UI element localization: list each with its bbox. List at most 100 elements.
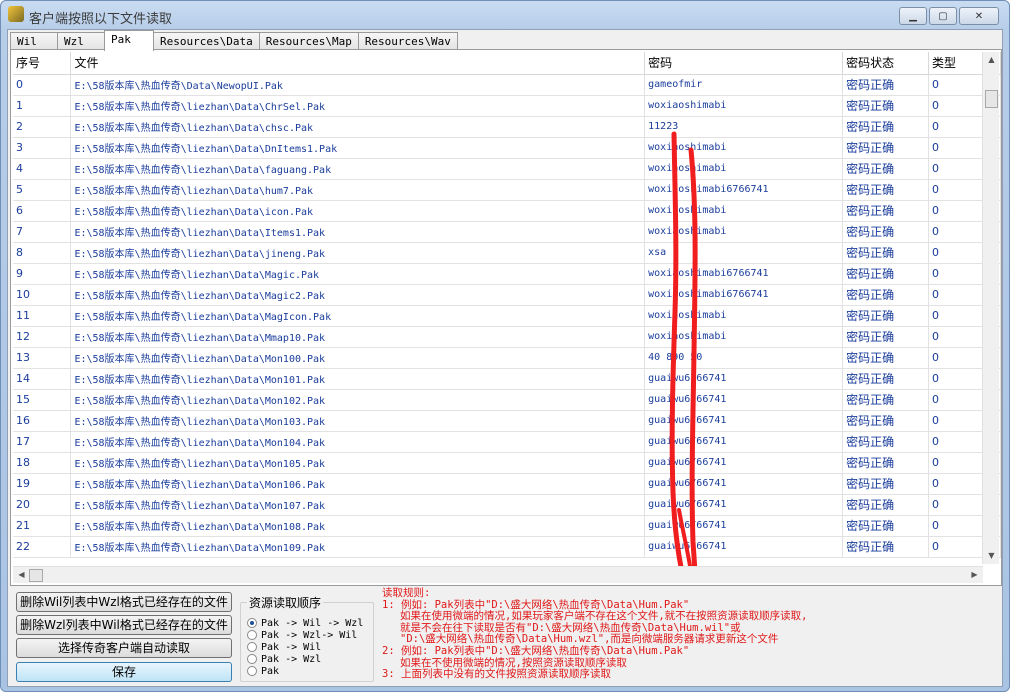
row-index: 14 — [13, 368, 72, 390]
radio-button-icon[interactable] — [247, 630, 257, 640]
password-status: 密码正确 — [842, 452, 930, 474]
column-header[interactable]: 密码 — [644, 52, 844, 75]
table-row[interactable]: 0 E:\58版本库\热血传奇\Data\NewopUI.Pak gameofmir… — [13, 74, 1001, 96]
table-row[interactable]: 14 E:\58版本库\热血传奇\liezhan\Data\Mon101.Pak g… — [13, 368, 1001, 390]
tab-wzl[interactable]: Wzl — [57, 32, 105, 50]
horizontal-scrollbar[interactable]: ◀ ▶ — [13, 566, 983, 583]
file-path: E:\58版本库\热血传奇\liezhan\Data\Mon109.Pak — [70, 536, 646, 558]
scroll-right-icon[interactable]: ▶ — [966, 567, 983, 583]
table-row[interactable]: 11 E:\58版本库\热血传奇\liezhan\Data\MagIcon.Pak… — [13, 305, 1001, 327]
read-order-option[interactable]: Pak -> Wil — [247, 641, 321, 653]
table-row[interactable]: 9 E:\58版本库\热血传奇\liezhan\Data\Magic.Pak wox… — [13, 263, 1001, 285]
choose-client-button[interactable]: 选择传奇客户端自动读取 — [16, 638, 232, 658]
read-order-option[interactable]: Pak -> Wil -> Wzl — [247, 617, 363, 629]
file-path: E:\58版本库\热血传奇\liezhan\Data\ChrSel.Pak — [70, 95, 646, 117]
row-index: 9 — [13, 263, 72, 285]
table-row[interactable]: 18 E:\58版本库\热血传奇\liezhan\Data\Mon105.Pak g… — [13, 452, 1001, 474]
table-row[interactable]: 2 E:\58版本库\热血传奇\liezhan\Data\chsc.Pak 1122… — [13, 116, 1001, 138]
radio-button-icon[interactable] — [247, 666, 257, 676]
file-path: E:\58版本库\热血传奇\liezhan\Data\Mon106.Pak — [70, 473, 646, 495]
read-order-option[interactable]: Pak — [247, 665, 279, 677]
password-status: 密码正确 — [842, 137, 930, 159]
table-row[interactable]: 19 E:\58版本库\热血传奇\liezhan\Data\Mon106.Pak g… — [13, 473, 1001, 495]
maximize-icon: ▢ — [938, 10, 948, 22]
scroll-up-icon[interactable]: ▲ — [983, 52, 1000, 68]
table-row[interactable]: 22 E:\58版本库\热血传奇\liezhan\Data\Mon109.Pak g… — [13, 536, 1001, 558]
read-rules: 读取规则: 1: 例如: Pak列表中"D:\盛大网络\热血传奇\Data\Hu… — [382, 587, 1002, 688]
column-header[interactable]: 文件 — [70, 52, 646, 75]
table-row[interactable]: 13 E:\58版本库\热血传奇\liezhan\Data\Mon100.Pak 4… — [13, 347, 1001, 369]
vertical-scrollbar[interactable]: ▲ ▼ — [982, 52, 999, 564]
tab-resources-map[interactable]: Resources\Map — [258, 32, 359, 50]
password: woxiaoshimabi6766741 — [644, 284, 844, 306]
column-header[interactable]: 序号 — [13, 52, 72, 75]
row-index: 17 — [13, 431, 72, 453]
tab-resources-data[interactable]: Resources\Data — [153, 32, 260, 50]
table-row[interactable]: 20 E:\58版本库\热血传奇\liezhan\Data\Mon107.Pak g… — [13, 494, 1001, 516]
rules-heading: 读取规则: — [382, 587, 431, 599]
password-status: 密码正确 — [842, 95, 930, 117]
tab-panel-pak: 序号 文件 密码 密码状态 类型 0 E:\58版本库\热血传奇\Data\NewopUI… — [10, 49, 1002, 586]
scroll-down-icon[interactable]: ▼ — [983, 548, 1000, 564]
scroll-left-icon[interactable]: ◀ — [13, 567, 30, 583]
file-path: E:\58版本库\热血传奇\liezhan\Data\Items1.Pak — [70, 221, 646, 243]
password-status: 密码正确 — [842, 536, 930, 558]
tab-resources-wav[interactable]: Resources\Wav — [357, 32, 458, 50]
password-status: 密码正确 — [842, 116, 930, 138]
file-path: E:\58版本库\热血传奇\liezhan\Data\Mmap10.Pak — [70, 326, 646, 348]
table-row[interactable]: 10 E:\58版本库\热血传奇\liezhan\Data\Magic2.Pak w… — [13, 284, 1001, 306]
password: guaiwu6766741 — [644, 515, 844, 537]
password: guaiwu6766741 — [644, 368, 844, 390]
row-index: 20 — [13, 494, 72, 516]
vertical-scroll-thumb[interactable] — [985, 90, 998, 108]
minimize-button[interactable]: ▁ — [899, 7, 927, 25]
file-path: E:\58版本库\热血传奇\liezhan\Data\Mon103.Pak — [70, 410, 646, 432]
table-row[interactable]: 3 E:\58版本库\热血传奇\liezhan\Data\DnItems1.Pak… — [13, 137, 1001, 159]
table-row[interactable]: 1 E:\58版本库\热血传奇\liezhan\Data\ChrSel.Pak wo… — [13, 95, 1001, 117]
read-order-option-label: Pak -> Wil -> Wzl — [261, 617, 364, 629]
table-row[interactable]: 12 E:\58版本库\热血传奇\liezhan\Data\Mmap10.Pak w… — [13, 326, 1001, 348]
read-order-option[interactable]: Pak -> Wzl-> Wil — [247, 629, 357, 641]
tab-pak[interactable]: Pak — [104, 30, 154, 51]
save-button[interactable]: 保存 — [16, 662, 232, 682]
row-index: 22 — [13, 536, 72, 558]
close-button[interactable]: ✕ — [959, 7, 999, 25]
radio-button-icon[interactable] — [247, 642, 257, 652]
table-row[interactable]: 7 E:\58版本库\热血传奇\liezhan\Data\Items1.Pak wo… — [13, 221, 1001, 243]
table-row[interactable]: 17 E:\58版本库\热血传奇\liezhan\Data\Mon104.Pak g… — [13, 431, 1001, 453]
title-bar[interactable]: 客户端按照以下文件读取 ▁ ▢ ✕ — [1, 1, 1009, 29]
row-index: 10 — [13, 284, 72, 306]
table-row[interactable]: 6 E:\58版本库\热血传奇\liezhan\Data\icon.Pak woxi… — [13, 200, 1001, 222]
table-row[interactable]: 4 E:\58版本库\热血传奇\liezhan\Data\faguang.Pak w… — [13, 158, 1001, 180]
password-status: 密码正确 — [842, 431, 930, 453]
read-order-option-label: Pak -> Wzl — [261, 653, 322, 665]
password-status: 密码正确 — [842, 263, 930, 285]
row-index: 12 — [13, 326, 72, 348]
tab-strip: Wil Wzl Pak Resources\Data Resources\Map Reso… — [10, 30, 458, 51]
password: xsa — [644, 242, 844, 264]
app-window: 客户端按照以下文件读取 ▁ ▢ ✕ Wil Wzl Pak Resources\Dat… — [0, 0, 1010, 692]
radio-button-icon[interactable] — [247, 618, 257, 628]
tab-wil[interactable]: Wil — [10, 32, 58, 50]
app-icon — [8, 6, 24, 22]
delete-wil-duplicates-button[interactable]: 删除Wil列表中Wzl格式已经存在的文件 — [16, 592, 232, 612]
file-grid[interactable]: 序号 文件 密码 密码状态 类型 0 E:\58版本库\热血传奇\Data\NewopUI… — [13, 52, 1001, 566]
password: gameofmir — [644, 74, 844, 96]
table-row[interactable]: 15 E:\58版本库\热血传奇\liezhan\Data\Mon102.Pak g… — [13, 389, 1001, 411]
table-row[interactable]: 5 E:\58版本库\热血传奇\liezhan\Data\hum7.Pak woxi… — [13, 179, 1001, 201]
password-status: 密码正确 — [842, 368, 930, 390]
table-row[interactable]: 8 E:\58版本库\热血传奇\liezhan\Data\jineng.Pak xs… — [13, 242, 1001, 264]
horizontal-scroll-thumb[interactable] — [29, 569, 43, 582]
read-order-option[interactable]: Pak -> Wzl — [247, 653, 321, 665]
radio-button-icon[interactable] — [247, 654, 257, 664]
password-status: 密码正确 — [842, 221, 930, 243]
password-status: 密码正确 — [842, 473, 930, 495]
row-index: 1 — [13, 95, 72, 117]
table-row[interactable]: 21 E:\58版本库\热血传奇\liezhan\Data\Mon108.Pak g… — [13, 515, 1001, 537]
column-header[interactable]: 密码状态 — [842, 52, 930, 75]
table-row[interactable]: 16 E:\58版本库\热血传奇\liezhan\Data\Mon103.Pak g… — [13, 410, 1001, 432]
row-index: 5 — [13, 179, 72, 201]
delete-wzl-duplicates-button[interactable]: 删除Wzl列表中Wil格式已经存在的文件 — [16, 615, 232, 635]
row-index: 0 — [13, 74, 72, 96]
maximize-button[interactable]: ▢ — [929, 7, 957, 25]
